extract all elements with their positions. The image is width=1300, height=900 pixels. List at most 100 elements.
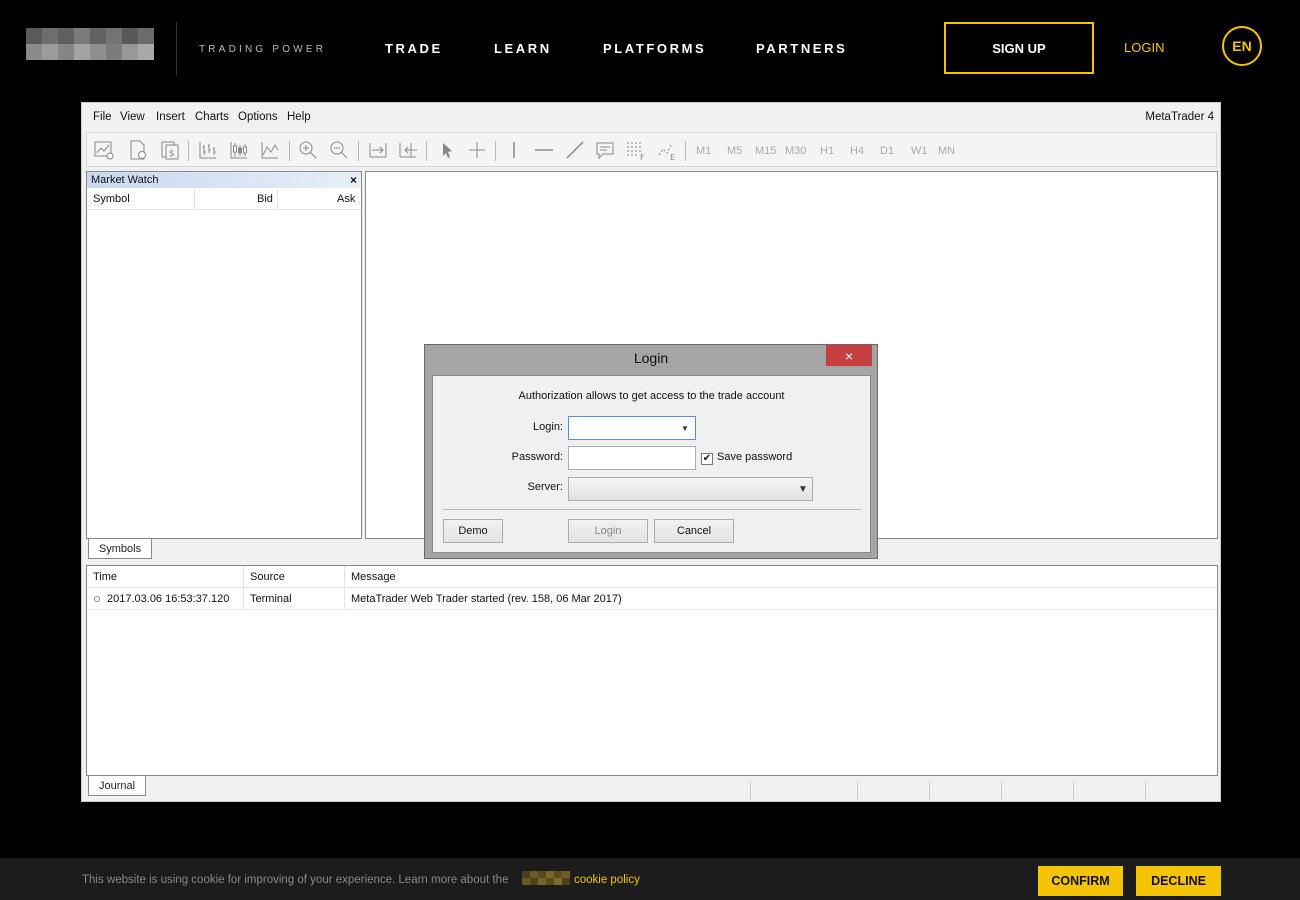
demo-button[interactable]: Demo xyxy=(443,519,503,543)
horizontal-line-icon[interactable] xyxy=(533,139,555,161)
timeframe-w1[interactable]: W1 xyxy=(911,145,928,157)
header-login-link[interactable]: LOGIN xyxy=(1124,40,1164,55)
status-bar xyxy=(82,779,1220,801)
crosshair-icon[interactable] xyxy=(466,139,488,161)
column-source[interactable]: Source xyxy=(250,571,285,583)
server-select[interactable]: ▼ xyxy=(568,477,813,501)
journal-time: 2017.03.06 16:53:37.120 xyxy=(107,593,230,605)
toolbar-separator xyxy=(289,141,290,161)
zoom-in-icon[interactable] xyxy=(297,139,319,161)
trendline-icon[interactable] xyxy=(564,139,586,161)
login-dialog: Login × Authorization allows to get acce… xyxy=(424,344,878,559)
svg-text:F: F xyxy=(640,153,645,161)
app-title: MetaTrader 4 xyxy=(1145,111,1214,123)
cursor-icon[interactable] xyxy=(436,139,458,161)
dialog-message: Authorization allows to get access to th… xyxy=(518,390,785,402)
vertical-line-icon[interactable] xyxy=(503,139,525,161)
timeframe-mn[interactable]: MN xyxy=(938,145,955,157)
timeframe-m30[interactable]: M30 xyxy=(785,145,806,157)
timeframe-m5[interactable]: M5 xyxy=(727,145,742,157)
confirm-button[interactable]: CONFIRM xyxy=(1038,866,1123,896)
zoom-out-icon[interactable] xyxy=(328,139,350,161)
sign-up-button[interactable]: SIGN UP xyxy=(944,22,1094,74)
timeframe-m15[interactable]: M15 xyxy=(755,145,776,157)
chart-shift-icon[interactable] xyxy=(367,139,389,161)
save-password-checkbox[interactable]: ✔ xyxy=(701,453,713,465)
candlestick-icon[interactable] xyxy=(228,139,250,161)
column-symbol[interactable]: Symbol xyxy=(93,193,130,205)
text-label-icon[interactable] xyxy=(594,139,616,161)
timeframe-h4[interactable]: H4 xyxy=(850,145,864,157)
toolbar-separator xyxy=(495,141,496,161)
status-divider xyxy=(857,781,858,799)
timeframe-d1[interactable]: D1 xyxy=(880,145,894,157)
column-time[interactable]: Time xyxy=(93,571,117,583)
market-watch-title-text: Market Watch xyxy=(91,174,159,186)
bar-chart-icon[interactable] xyxy=(197,139,219,161)
company-name-blurred xyxy=(522,871,570,885)
decline-button[interactable]: DECLINE xyxy=(1136,866,1221,896)
journal-panel: Time Source Message 2017.03.06 16:53:37.… xyxy=(86,565,1218,776)
login-button[interactable]: Login xyxy=(568,519,648,543)
menu-bar: File View Insert Charts Options Help Met… xyxy=(82,103,1220,131)
svg-text:E: E xyxy=(670,153,675,161)
column-bid[interactable]: Bid xyxy=(257,193,273,205)
timeframe-m1[interactable]: M1 xyxy=(696,145,711,157)
toolbar-separator xyxy=(426,141,427,161)
company-logo[interactable] xyxy=(26,28,154,60)
autoscroll-icon[interactable] xyxy=(397,139,419,161)
info-dot-icon xyxy=(94,596,100,602)
header-divider xyxy=(176,22,177,76)
svg-text:$: $ xyxy=(169,149,175,159)
dropdown-arrow-icon: ▼ xyxy=(681,424,689,433)
dialog-divider xyxy=(443,509,861,510)
column-divider[interactable] xyxy=(277,189,278,210)
menu-charts[interactable]: Charts xyxy=(195,111,229,123)
elliott-wave-icon[interactable]: E xyxy=(656,139,678,161)
tab-symbols[interactable]: Symbols xyxy=(88,539,152,559)
toolbar-separator xyxy=(188,141,189,161)
market-watch-header: Symbol Bid Ask xyxy=(87,189,361,210)
language-selector[interactable]: EN xyxy=(1222,26,1262,66)
login-combo[interactable]: ▼ xyxy=(568,416,696,440)
toolbar-separator xyxy=(358,141,359,161)
status-divider xyxy=(1073,781,1074,799)
status-divider xyxy=(929,781,930,799)
nav-partners[interactable]: PARTNERS xyxy=(756,41,847,56)
journal-row[interactable]: 2017.03.06 16:53:37.120 Terminal MetaTra… xyxy=(87,588,1217,610)
menu-insert[interactable]: Insert xyxy=(156,111,185,123)
save-password-label[interactable]: Save password xyxy=(717,451,792,463)
menu-view[interactable]: View xyxy=(120,111,145,123)
password-field[interactable] xyxy=(568,446,696,470)
nav-learn[interactable]: LEARN xyxy=(494,41,552,56)
menu-help[interactable]: Help xyxy=(287,111,311,123)
cancel-button[interactable]: Cancel xyxy=(654,519,734,543)
server-label: Server: xyxy=(527,481,563,493)
status-divider xyxy=(750,781,751,799)
money-document-icon[interactable]: $ xyxy=(159,139,181,161)
line-chart-icon[interactable] xyxy=(259,139,281,161)
journal-source: Terminal xyxy=(250,593,292,605)
market-watch-title: Market Watch × xyxy=(87,172,361,188)
journal-header: Time Source Message xyxy=(87,566,1217,588)
timeframe-h1[interactable]: H1 xyxy=(820,145,834,157)
dialog-body: Authorization allows to get access to th… xyxy=(432,375,871,553)
toolbar: $ F E M1 M5 M15 M30 H1 H4 D1 W1 MN xyxy=(86,132,1217,167)
dialog-close-button[interactable]: × xyxy=(826,345,872,366)
cookie-text: This website is using cookie for improvi… xyxy=(82,874,509,886)
status-divider xyxy=(1001,781,1002,799)
menu-file[interactable]: File xyxy=(93,111,112,123)
column-message[interactable]: Message xyxy=(351,571,396,583)
cookie-policy-link[interactable]: cookie policy xyxy=(574,874,640,886)
nav-platforms[interactable]: PLATFORMS xyxy=(603,41,706,56)
column-divider[interactable] xyxy=(194,189,195,210)
new-chart-icon[interactable] xyxy=(93,139,115,161)
new-document-icon[interactable] xyxy=(127,139,149,161)
nav-trade[interactable]: TRADE xyxy=(385,41,443,56)
fibonacci-icon[interactable]: F xyxy=(625,139,647,161)
dialog-title: Login xyxy=(633,350,669,366)
menu-options[interactable]: Options xyxy=(238,111,278,123)
market-watch-close-icon[interactable]: × xyxy=(350,172,357,188)
column-ask[interactable]: Ask xyxy=(337,193,355,205)
journal-message: MetaTrader Web Trader started (rev. 158,… xyxy=(351,593,622,605)
